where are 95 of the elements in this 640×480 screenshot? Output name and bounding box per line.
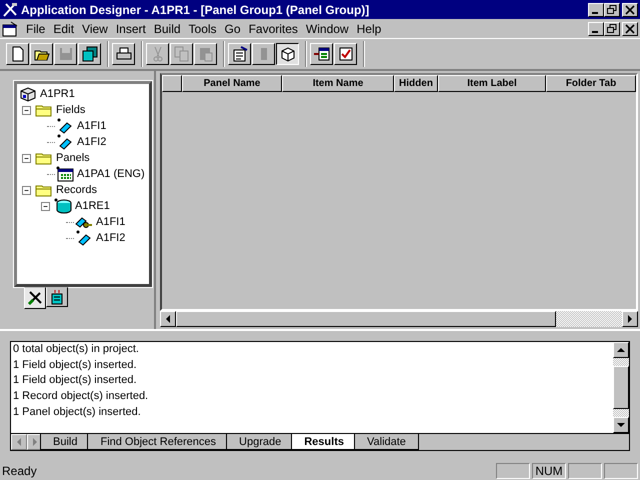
close-icon bbox=[625, 4, 635, 14]
close-button[interactable] bbox=[622, 2, 638, 16]
output-tab[interactable]: Validate bbox=[354, 434, 419, 450]
tools-icon bbox=[2, 2, 18, 18]
close-button[interactable] bbox=[622, 22, 638, 36]
field-icon bbox=[56, 134, 74, 150]
stacked-squares-icon bbox=[82, 46, 98, 62]
document-icon[interactable] bbox=[2, 20, 18, 36]
validate-button[interactable] bbox=[334, 43, 357, 65]
tree-item[interactable]: A1PA1 (ENG) bbox=[77, 168, 145, 180]
menu-item[interactable]: Go bbox=[220, 22, 245, 36]
print-button[interactable] bbox=[112, 43, 135, 65]
minimize-icon bbox=[592, 12, 598, 14]
insert-button[interactable] bbox=[310, 43, 333, 65]
scroll-track[interactable] bbox=[613, 358, 629, 366]
column-header[interactable]: Panel Name bbox=[182, 75, 282, 92]
database-icon bbox=[54, 198, 72, 214]
vertical-scrollbar[interactable] bbox=[613, 342, 629, 433]
status-pane bbox=[604, 463, 638, 479]
tree-item[interactable]: Records bbox=[56, 184, 97, 196]
up-arrow-icon[interactable] bbox=[617, 346, 625, 354]
minimize-button[interactable] bbox=[588, 22, 604, 36]
printer-icon bbox=[116, 46, 132, 62]
tree-item[interactable]: A1FI1 bbox=[96, 216, 126, 228]
cube-icon bbox=[49, 289, 65, 305]
status-text: Ready bbox=[2, 464, 38, 478]
column-header[interactable]: Item Label bbox=[438, 75, 546, 92]
log-line: 1 Field object(s) inserted. bbox=[13, 358, 138, 373]
scroll-left-button[interactable] bbox=[11, 434, 27, 450]
collapse-toggle[interactable] bbox=[22, 106, 31, 114]
corner-header bbox=[162, 75, 182, 92]
field-icon bbox=[56, 118, 74, 134]
column-header[interactable]: Item Name bbox=[282, 75, 394, 92]
save-all-button[interactable] bbox=[78, 43, 101, 65]
project-button[interactable] bbox=[276, 43, 299, 65]
cube-tab[interactable] bbox=[46, 287, 68, 307]
minimize-icon bbox=[592, 30, 598, 32]
minimize-button[interactable] bbox=[588, 2, 604, 16]
log-line: 1 Panel object(s) inserted. bbox=[13, 406, 142, 420]
close-icon bbox=[625, 24, 635, 34]
scroll-thumb[interactable] bbox=[176, 311, 556, 327]
panel-icon bbox=[56, 166, 74, 182]
insert-icon bbox=[314, 46, 330, 62]
restore-button[interactable] bbox=[604, 2, 620, 16]
open-button[interactable] bbox=[30, 43, 53, 65]
new-button[interactable] bbox=[6, 43, 29, 65]
page-icon bbox=[10, 46, 26, 62]
tools-tab[interactable] bbox=[24, 287, 46, 309]
check-icon bbox=[338, 46, 354, 62]
left-arrow-icon[interactable] bbox=[164, 315, 172, 323]
copy-icon bbox=[174, 46, 190, 62]
status-indicator: NUM bbox=[532, 463, 566, 479]
collapse-toggle[interactable] bbox=[22, 186, 31, 194]
right-arrow-icon bbox=[31, 438, 39, 446]
tree-item[interactable]: A1RE1 bbox=[75, 200, 110, 212]
menu-item[interactable]: Tools bbox=[184, 22, 221, 36]
output-tab[interactable]: Results bbox=[291, 434, 357, 450]
field-icon bbox=[75, 230, 93, 246]
column-header[interactable]: Hidden bbox=[394, 75, 438, 92]
menu-item[interactable]: File bbox=[22, 22, 50, 36]
scroll-track[interactable] bbox=[613, 409, 629, 417]
down-arrow-icon[interactable] bbox=[617, 421, 625, 429]
status-pane bbox=[496, 463, 530, 479]
paste-icon bbox=[198, 46, 214, 62]
menu-item[interactable]: Build bbox=[150, 22, 185, 36]
tree-item[interactable]: A1PR1 bbox=[40, 88, 75, 100]
menu-item[interactable]: Favorites bbox=[244, 22, 302, 36]
log-line: 1 Record object(s) inserted. bbox=[13, 390, 150, 404]
menu-item[interactable]: Window bbox=[302, 22, 353, 36]
tree-item[interactable]: Panels bbox=[56, 152, 90, 164]
cube-icon bbox=[19, 86, 37, 102]
tree-item[interactable]: A1FI1 bbox=[77, 120, 106, 132]
tools-icon bbox=[27, 290, 43, 306]
menu-item[interactable]: View bbox=[78, 22, 112, 36]
column-header[interactable]: Folder Tab bbox=[546, 75, 636, 92]
menu-item[interactable]: Help bbox=[352, 22, 386, 36]
scroll-thumb[interactable] bbox=[613, 366, 629, 409]
log-line: 1 Field object(s) inserted. bbox=[13, 374, 138, 388]
cube-icon bbox=[280, 46, 296, 62]
collapse-toggle[interactable] bbox=[41, 202, 50, 210]
left-arrow-icon bbox=[15, 438, 23, 446]
tree-item[interactable]: A1FI2 bbox=[96, 232, 126, 244]
tree-item[interactable]: Fields bbox=[56, 104, 86, 116]
properties-button[interactable] bbox=[228, 43, 251, 65]
menu-item[interactable]: Insert bbox=[112, 22, 150, 36]
horizontal-scrollbar[interactable] bbox=[160, 311, 638, 327]
tree-item[interactable]: A1FI2 bbox=[77, 136, 106, 148]
status-pane bbox=[568, 463, 602, 479]
window-title: Application Designer - A1PR1 - [Panel Group1 (Panel Group)] bbox=[21, 2, 370, 16]
right-arrow-icon[interactable] bbox=[626, 315, 634, 323]
log-line: 0 total object(s) in project. bbox=[13, 343, 140, 357]
restore-button[interactable] bbox=[604, 22, 620, 36]
menu-item[interactable]: Edit bbox=[49, 22, 78, 36]
document-icon bbox=[232, 46, 248, 62]
collapse-toggle[interactable] bbox=[22, 154, 31, 162]
